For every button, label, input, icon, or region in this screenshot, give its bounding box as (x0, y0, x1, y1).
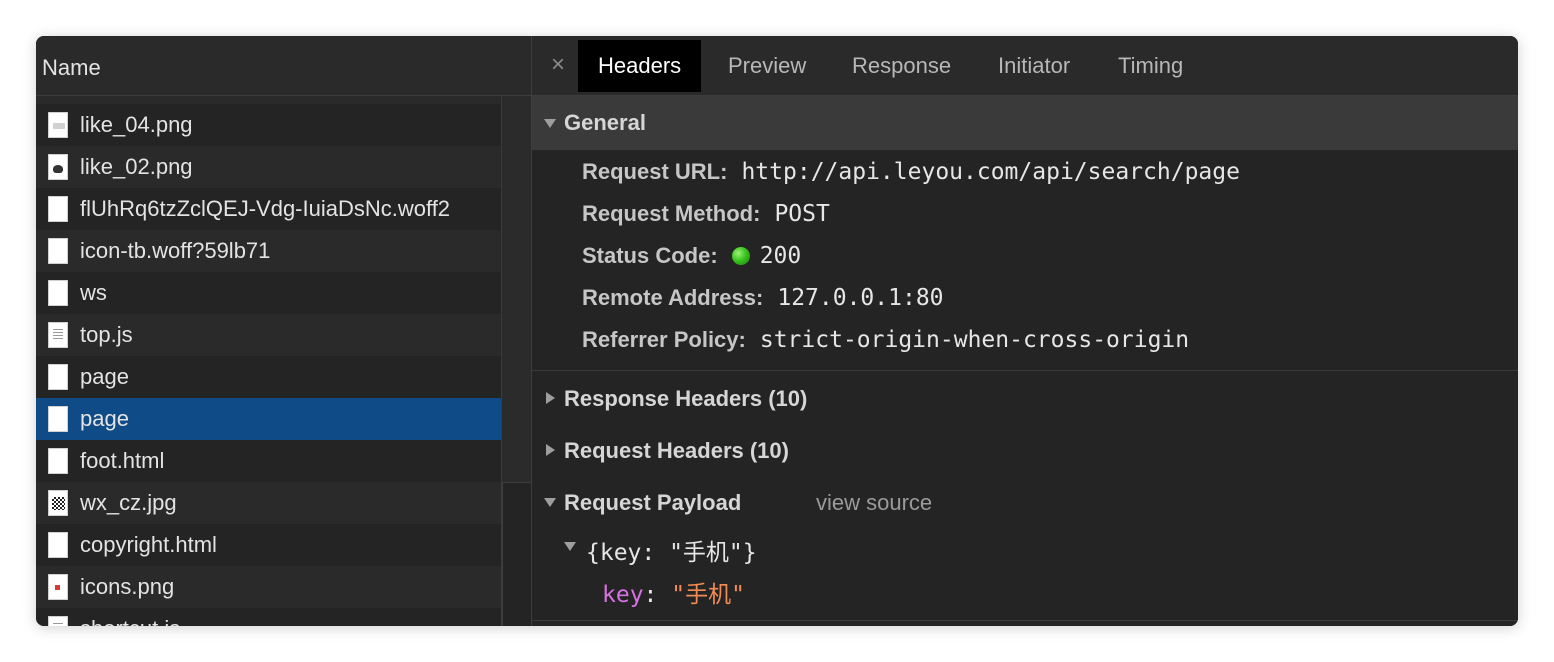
request-row[interactable]: like_04.png (36, 104, 502, 146)
font-file-icon (48, 196, 68, 222)
image-icon (48, 112, 68, 138)
request-row[interactable]: icon-tb.woff?59lb71 (36, 230, 502, 272)
request-method-label: Request Method: (582, 201, 761, 226)
request-row[interactable]: icons.png (36, 566, 502, 608)
status-code-row: Status Code: 200 (582, 241, 801, 271)
file-icon (48, 532, 68, 558)
referrer-policy-value[interactable]: strict-origin-when-cross-origin (760, 327, 1189, 353)
request-list: like_04.png like_02.png flUhRq6tzZclQEJ-… (36, 96, 502, 626)
request-name: flUhRq6tzZclQEJ-Vdg-IuiaDsNc.woff2 (80, 196, 451, 221)
request-row-selected[interactable]: page (36, 398, 502, 440)
request-url-label: Request URL: (582, 159, 728, 184)
section-divider (532, 620, 1518, 621)
request-headers-title: Request Headers (10) (564, 438, 789, 463)
request-name: foot.html (80, 448, 165, 473)
request-payload-title: Request Payload (564, 490, 742, 515)
request-list-scrollbar[interactable] (501, 96, 531, 626)
response-headers-title: Response Headers (10) (564, 386, 808, 411)
referrer-policy-row: Referrer Policy: strict-origin-when-cros… (582, 325, 1189, 355)
tab-timing[interactable]: Timing (1098, 40, 1203, 92)
request-row[interactable]: page (36, 356, 502, 398)
request-name: top.js (80, 322, 133, 347)
qr-image-icon (48, 490, 68, 516)
image-icon (48, 154, 68, 180)
request-name: page (80, 364, 129, 389)
request-row[interactable]: like_02.png (36, 146, 502, 188)
devtools-network-window: Name like_04.png like_02.png flUhRq6tzZc… (36, 36, 1518, 626)
triangle-right-icon (546, 392, 555, 404)
status-code-value[interactable]: 200 (760, 243, 802, 269)
request-name: icon-tb.woff?59lb71 (80, 238, 271, 263)
payload-object-summary[interactable]: {key: "手机"} (586, 533, 757, 567)
request-details-panel: × Headers Preview Response Initiator Tim… (532, 36, 1518, 626)
file-icon (48, 364, 68, 390)
triangle-down-icon (544, 119, 556, 128)
request-url-value[interactable]: http://api.leyou.com/api/search/page (741, 159, 1240, 185)
file-icon (48, 406, 68, 432)
triangle-down-icon (544, 498, 556, 507)
general-title: General (564, 110, 646, 135)
request-name: page (80, 406, 129, 431)
image-icon (48, 574, 68, 600)
referrer-policy-label: Referrer Policy: (582, 327, 746, 352)
section-divider (532, 370, 1518, 371)
file-icon (48, 280, 68, 306)
request-method-row: Request Method: POST (582, 199, 830, 229)
file-icon (48, 448, 68, 474)
remote-address-label: Remote Address: (582, 285, 764, 310)
tab-headers[interactable]: Headers (578, 40, 702, 92)
request-name: ws (80, 280, 107, 305)
view-source-link[interactable]: view source (816, 490, 932, 516)
tab-initiator[interactable]: Initiator (978, 40, 1090, 92)
request-name: wx_cz.jpg (80, 490, 177, 515)
request-row[interactable]: wx_cz.jpg (36, 482, 502, 524)
details-tab-bar: × Headers Preview Response Initiator Tim… (532, 36, 1518, 96)
request-row[interactable] (36, 96, 502, 104)
tab-preview[interactable]: Preview (708, 40, 826, 92)
request-row[interactable]: ws (36, 272, 502, 314)
request-row[interactable]: shortcut.js (36, 608, 502, 626)
request-method-value[interactable]: POST (774, 201, 829, 227)
close-icon[interactable]: × (546, 50, 570, 80)
status-code-label: Status Code: (582, 243, 718, 268)
request-row[interactable]: flUhRq6tzZclQEJ-Vdg-IuiaDsNc.woff2 (36, 188, 502, 230)
payload-value: "手机" (671, 582, 745, 608)
request-row[interactable]: foot.html (36, 440, 502, 482)
request-name: icons.png (80, 574, 175, 599)
remote-address-value[interactable]: 127.0.0.1:80 (777, 285, 943, 311)
request-name: like_02.png (80, 154, 193, 179)
name-column-header[interactable]: Name (36, 36, 531, 96)
script-file-icon (48, 616, 68, 626)
font-file-icon (48, 238, 68, 264)
payload-key: key (602, 582, 644, 608)
payload-property: key: "手机" (602, 575, 745, 609)
script-file-icon (48, 322, 68, 348)
scrollbar-thumb[interactable] (502, 482, 531, 626)
request-row[interactable]: copyright.html (36, 524, 502, 566)
request-name: like_04.png (80, 112, 193, 137)
request-row[interactable]: top.js (36, 314, 502, 356)
request-url-row: Request URL: http://api.leyou.com/api/se… (582, 157, 1240, 187)
tab-response[interactable]: Response (832, 40, 971, 92)
status-ok-icon (731, 247, 750, 265)
request-list-panel: Name like_04.png like_02.png flUhRq6tzZc… (36, 36, 532, 626)
triangle-right-icon (546, 444, 555, 456)
triangle-down-icon[interactable] (564, 542, 576, 551)
remote-address-row: Remote Address: 127.0.0.1:80 (582, 283, 944, 313)
payload-colon: : (643, 582, 672, 608)
general-section-header[interactable]: General (532, 96, 1518, 150)
request-name: shortcut.js (80, 616, 180, 626)
request-name: copyright.html (80, 532, 217, 557)
